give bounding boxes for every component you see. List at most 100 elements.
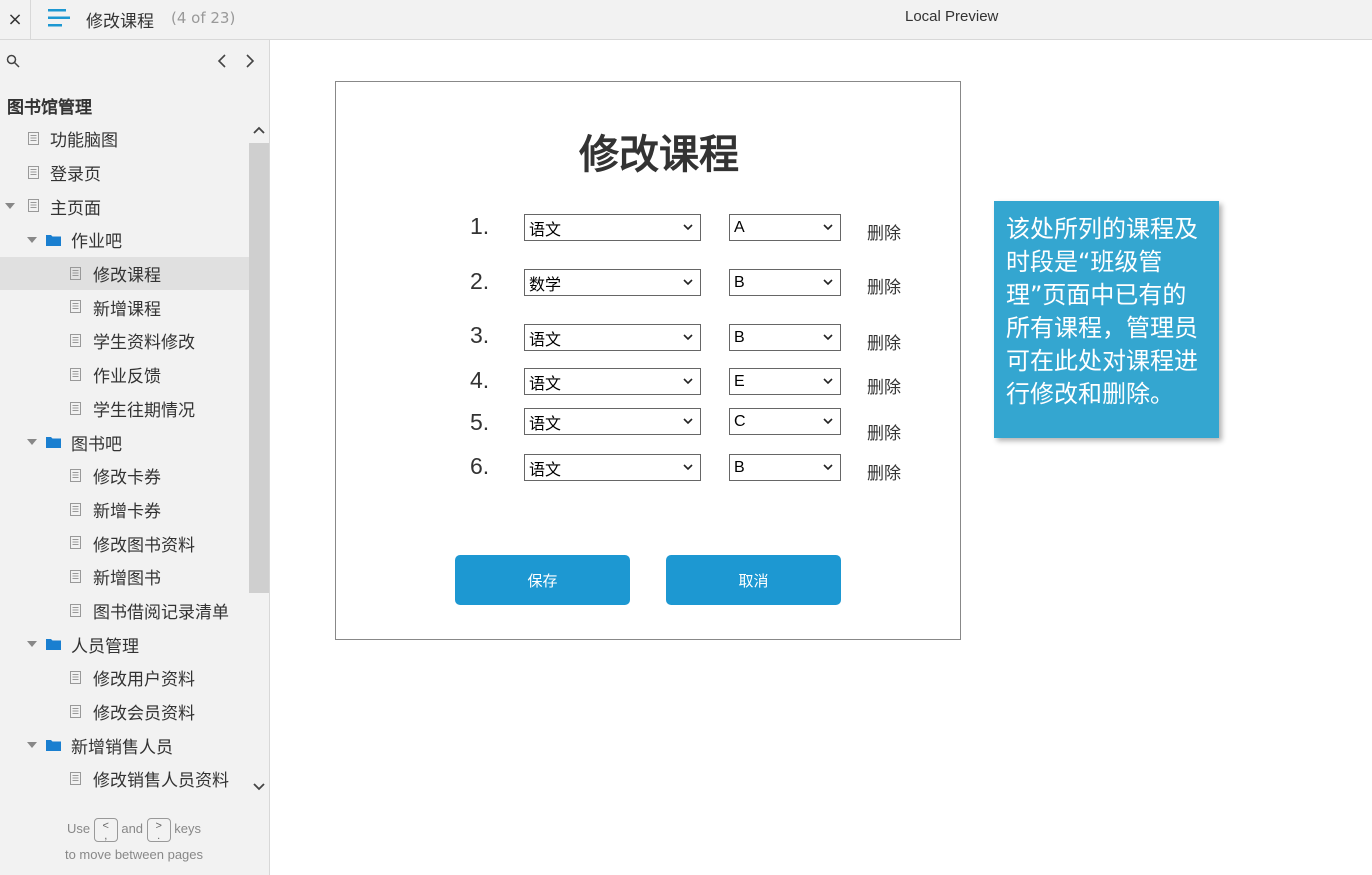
save-button[interactable]: 保存 [455, 555, 630, 605]
page-icon [70, 334, 81, 348]
chevron-up-icon[interactable] [252, 124, 266, 136]
chevron-down-icon [683, 464, 693, 471]
sidebar-item-label: 修改课程 [93, 266, 161, 287]
timeslot-select-value: C [734, 412, 746, 430]
scrollbar-thumb[interactable] [249, 143, 269, 593]
page-icon [70, 772, 81, 786]
sidebar-item[interactable]: 修改课程 [0, 256, 249, 291]
sidebar-item[interactable]: 主页面 [0, 189, 249, 223]
key-next: > . [146, 817, 171, 842]
delete-link[interactable]: 删除 [867, 419, 901, 444]
course-select-value: 语文 [529, 413, 562, 433]
page-icon [70, 502, 81, 516]
sidebar-item-label: 功能脑图 [50, 131, 118, 152]
sidebar-item[interactable]: 学生资料修改 [0, 324, 249, 358]
chevron-down-icon [683, 418, 693, 425]
course-select-value: 语文 [529, 373, 562, 393]
caret-down-icon[interactable] [27, 640, 37, 648]
sidebar-item-label: 修改用户资料 [93, 670, 195, 691]
sidebar-item-label: 新增销售人员 [71, 737, 173, 758]
sidebar-item[interactable]: 学生往期情况 [0, 392, 249, 426]
caret-down-icon[interactable] [27, 236, 37, 244]
timeslot-select[interactable]: B [729, 324, 841, 351]
preview-label: Local Preview [905, 8, 999, 25]
sidebar-item[interactable]: 新增销售人员 [0, 728, 249, 762]
sidebar-item[interactable]: 修改用户资料 [0, 661, 249, 695]
sidebar-item[interactable]: 新增课程 [0, 290, 249, 324]
delete-link[interactable]: 删除 [867, 219, 901, 244]
caret-down-icon[interactable] [27, 438, 37, 446]
chevron-down-icon [823, 418, 833, 425]
page-title: 修改课程 [86, 12, 154, 32]
course-select[interactable]: 数学 [524, 269, 701, 296]
delete-link[interactable]: 删除 [867, 459, 901, 484]
cancel-button[interactable]: 取消 [666, 555, 841, 605]
sidebar-item[interactable]: 作业吧 [0, 223, 249, 257]
sidebar-item[interactable]: 人员管理 [0, 627, 249, 661]
timeslot-select[interactable]: C [729, 408, 841, 435]
row-number: 3. [470, 322, 490, 348]
sidebar-item[interactable]: 新增卡券 [0, 493, 249, 527]
timeslot-select[interactable]: B [729, 269, 841, 296]
row-number: 6. [470, 453, 490, 479]
sidebar-item[interactable]: 功能脑图 [0, 122, 249, 156]
course-select[interactable]: 语文 [524, 408, 701, 435]
close-button[interactable]: × [0, 0, 31, 39]
delete-link[interactable]: 删除 [867, 329, 901, 354]
menu-icon[interactable] [48, 8, 70, 28]
delete-link[interactable]: 删除 [867, 273, 901, 298]
hint-keys: keys [174, 821, 202, 836]
hint-line2: to move between pages [64, 846, 204, 862]
sidebar-item[interactable]: 图书吧 [0, 425, 249, 459]
course-select[interactable]: 语文 [524, 214, 701, 241]
search-icon[interactable] [6, 54, 20, 68]
page-icon [70, 603, 81, 617]
row-number: 4. [470, 367, 490, 393]
page-icon [70, 300, 81, 314]
folder-icon [46, 639, 61, 651]
chevron-down-icon [823, 464, 833, 471]
sidebar-item[interactable]: 图书借阅记录清单 [0, 594, 249, 628]
sidebar-item-label: 修改卡券 [93, 468, 161, 489]
timeslot-select-value: E [734, 372, 745, 390]
folder-icon [46, 235, 61, 247]
delete-link[interactable]: 删除 [867, 373, 901, 398]
annotation-note: 该处所列的课程及时段是“班级管理”页面中已有的所有课程，管理员可在此处对课程进行… [994, 201, 1219, 438]
course-select[interactable]: 语文 [524, 368, 701, 395]
timeslot-select[interactable]: B [729, 454, 841, 481]
chevron-down-icon[interactable] [252, 781, 266, 793]
row-number: 1. [470, 213, 490, 239]
page-icon [70, 671, 81, 684]
course-select[interactable]: 语文 [524, 454, 701, 481]
page-icon [70, 704, 81, 718]
project-title: 图书馆管理 [7, 98, 92, 118]
sidebar-item[interactable]: 新增图书 [0, 560, 249, 594]
caret-down-icon[interactable] [5, 202, 15, 210]
chevron-left-icon[interactable] [214, 52, 230, 70]
timeslot-select-value: B [734, 273, 745, 291]
chevron-down-icon [683, 378, 693, 385]
timeslot-select[interactable]: E [729, 368, 841, 395]
page-icon [70, 367, 81, 381]
course-select[interactable]: 语文 [524, 324, 701, 351]
page-tree: 功能脑图登录页 主页面 作业吧修改课程新增课程 学生资料修改作业反馈学生往期情况图书吧… [0, 122, 249, 796]
hint-use: Use [66, 821, 91, 836]
caret-down-icon[interactable] [27, 741, 37, 749]
sidebar-item-label: 作业反馈 [93, 367, 161, 388]
sidebar-item-label: 图书吧 [71, 434, 122, 455]
sidebar-item[interactable]: 修改销售人员资料 [0, 762, 249, 796]
sidebar-item[interactable]: 登录页 [0, 156, 249, 190]
chevron-down-icon [683, 224, 693, 231]
timeslot-select[interactable]: A [729, 214, 841, 241]
course-select-value: 数学 [529, 274, 562, 294]
sidebar-item[interactable]: 修改图书资料 [0, 526, 249, 560]
chevron-down-icon [683, 334, 693, 341]
folder-icon [46, 740, 61, 752]
sidebar-item[interactable]: 作业反馈 [0, 358, 249, 392]
key-prev: < , [93, 817, 118, 842]
sidebar-item[interactable]: 修改卡券 [0, 459, 249, 493]
sidebar-item[interactable]: 修改会员资料 [0, 695, 249, 729]
chevron-right-icon[interactable] [242, 52, 258, 70]
page-icon [28, 132, 39, 145]
page-icon [70, 401, 81, 415]
